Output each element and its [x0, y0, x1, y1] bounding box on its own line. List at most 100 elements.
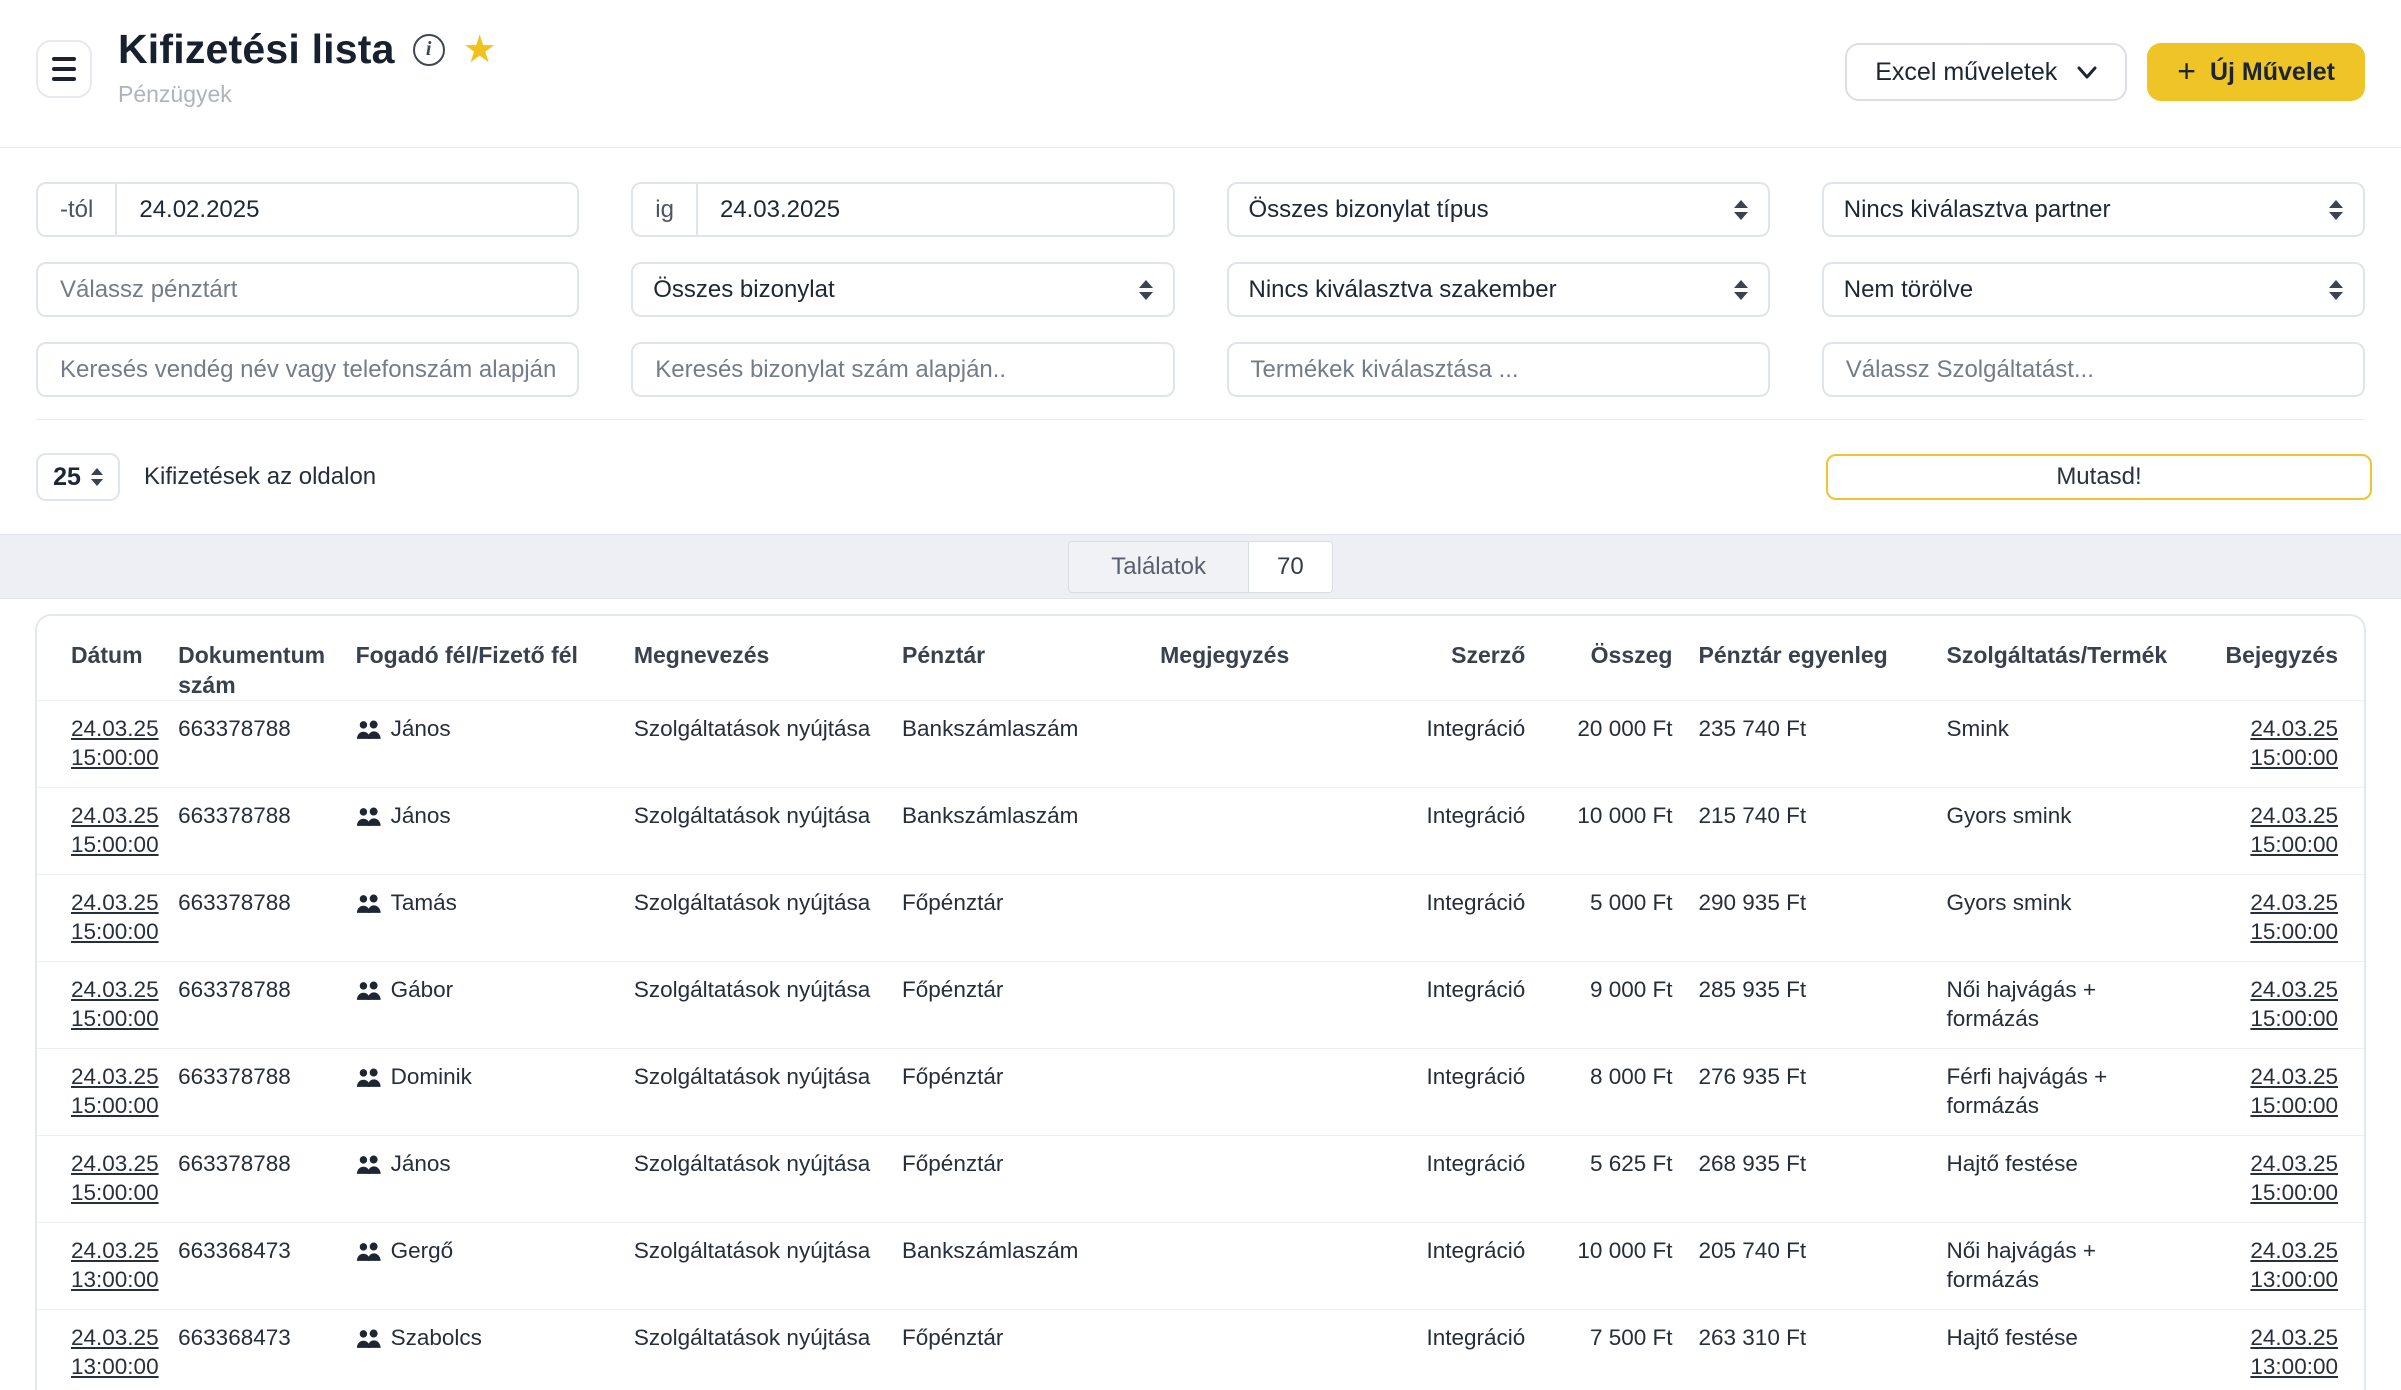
breadcrumb: Pénzügyek [118, 81, 497, 108]
row-entry-link[interactable]: 24.03.2513:00:00 [2201, 1323, 2338, 1381]
row-entry-link[interactable]: 24.03.2515:00:00 [2201, 888, 2338, 946]
cash-register-cell: Bankszámlaszám [902, 1223, 1160, 1310]
row-date-link[interactable]: 24.03.2515:00:00 [71, 714, 152, 772]
date-cell: 24.03.2515:00:00 [37, 875, 178, 962]
author-cell: Integráció [1400, 788, 1551, 875]
row-entry-link[interactable]: 24.03.2515:00:00 [2201, 975, 2338, 1033]
page-size-label: Kifizetések az oldalon [144, 463, 376, 491]
col-cash-register: Pénztár [902, 616, 1160, 701]
products-select-input[interactable] [1227, 342, 1770, 397]
payments-table: Dátum Dokumentum szám Fogadó fél/Fizető … [37, 616, 2364, 1390]
date-from-field[interactable]: -tól 24.02.2025 [36, 182, 579, 237]
note-cell [1160, 788, 1400, 875]
payments-table-card: Dátum Dokumentum szám Fogadó fél/Fizető … [35, 614, 2366, 1390]
balance-cell: 276 935 Ft [1699, 1049, 1947, 1136]
date-to-field[interactable]: ig 24.03.2025 [631, 182, 1174, 237]
row-date-link[interactable]: 24.03.2515:00:00 [71, 975, 152, 1033]
plus-icon: + [2177, 55, 2196, 87]
people-icon [356, 1329, 382, 1349]
cash-register-cell: Főpénztár [902, 1049, 1160, 1136]
entry-cell: 24.03.2515:00:00 [2201, 962, 2364, 1049]
balance-cell: 290 935 Ft [1699, 875, 1947, 962]
row-entry-link[interactable]: 24.03.2513:00:00 [2201, 1236, 2338, 1294]
row-entry-link[interactable]: 24.03.2515:00:00 [2201, 1149, 2338, 1207]
row-date-link[interactable]: 24.03.2515:00:00 [71, 888, 152, 946]
table-section: Dátum Dokumentum szám Fogadó fél/Fizető … [0, 599, 2401, 1390]
note-cell [1160, 962, 1400, 1049]
party-name: János [391, 801, 451, 830]
chevron-down-icon [2077, 66, 2097, 79]
row-date-link[interactable]: 24.03.2515:00:00 [71, 1149, 152, 1207]
specialist-select[interactable]: Nincs kiválasztva szakember [1227, 262, 1770, 317]
entry-cell: 24.03.2515:00:00 [2201, 701, 2364, 788]
favorite-star-icon[interactable]: ★ [463, 31, 497, 69]
col-date: Dátum [37, 616, 178, 701]
author-cell: Integráció [1400, 1049, 1551, 1136]
row-date-link[interactable]: 24.03.2515:00:00 [71, 1062, 152, 1120]
page-header: Kifizetési lista i ★ Pénzügyek Excel műv… [0, 0, 2401, 148]
table-row: 24.03.2515:00:00 663378788 Gábor Szolgál… [37, 962, 2364, 1049]
date-from-value[interactable]: 24.02.2025 [117, 196, 281, 224]
page-size-value: 25 [53, 463, 81, 492]
document-number-search-input[interactable] [631, 342, 1174, 397]
row-entry-link[interactable]: 24.03.2515:00:00 [2201, 1062, 2338, 1120]
guest-search-input[interactable] [36, 342, 579, 397]
document-type-select-value: Összes bizonylat típus [1249, 196, 1489, 224]
cash-register-cell: Bankszámlaszám [902, 701, 1160, 788]
party-cell: János [356, 701, 634, 788]
document-type-select[interactable]: Összes bizonylat típus [1227, 182, 1770, 237]
page-size-select[interactable]: 25 [36, 453, 120, 501]
cash-register-cell: Főpénztár [902, 875, 1160, 962]
table-header-row: Dátum Dokumentum szám Fogadó fél/Fizető … [37, 616, 2364, 701]
party-cell: Gábor [356, 962, 634, 1049]
col-author: Szerző [1400, 616, 1551, 701]
row-entry-link[interactable]: 24.03.2515:00:00 [2201, 714, 2338, 772]
table-row: 24.03.2513:00:00 663368473 Gergő Szolgál… [37, 1223, 2364, 1310]
people-icon [356, 894, 382, 914]
name-cell: Szolgáltatások nyújtása [634, 1049, 902, 1136]
row-date-link[interactable]: 24.03.2513:00:00 [71, 1236, 152, 1294]
cash-register-cell: Bankszámlaszám [902, 788, 1160, 875]
entry-cell: 24.03.2515:00:00 [2201, 875, 2364, 962]
excel-operations-button[interactable]: Excel műveletek [1845, 43, 2127, 101]
author-cell: Integráció [1400, 1223, 1551, 1310]
balance-cell: 263 310 Ft [1699, 1310, 1947, 1390]
row-date-link[interactable]: 24.03.2515:00:00 [71, 801, 152, 859]
entry-cell: 24.03.2515:00:00 [2201, 788, 2364, 875]
results-count-badge[interactable]: 70 [1249, 542, 1332, 592]
row-entry-link[interactable]: 24.03.2515:00:00 [2201, 801, 2338, 859]
document-select[interactable]: Összes bizonylat [631, 262, 1174, 317]
document-number-cell: 663378788 [178, 701, 355, 788]
new-action-button[interactable]: + Új Művelet [2147, 43, 2365, 101]
header-actions: Excel műveletek + Új Művelet [1845, 43, 2365, 101]
show-button[interactable]: Mutasd! [1826, 454, 2372, 500]
balance-cell: 285 935 Ft [1699, 962, 1947, 1049]
name-cell: Szolgáltatások nyújtása [634, 788, 902, 875]
date-cell: 24.03.2515:00:00 [37, 701, 178, 788]
hamburger-menu-button[interactable] [36, 40, 92, 98]
results-tab-label[interactable]: Találatok [1069, 542, 1249, 592]
cashier-input[interactable] [36, 262, 579, 317]
select-arrows-icon [1734, 200, 1748, 220]
cash-register-cell: Főpénztár [902, 1136, 1160, 1223]
col-note: Megjegyzés [1160, 616, 1400, 701]
party-name: Gergő [391, 1236, 454, 1265]
specialist-select-value: Nincs kiválasztva szakember [1249, 276, 1557, 304]
table-row: 24.03.2513:00:00 663368473 Szabolcs Szol… [37, 1310, 2364, 1390]
date-to-value[interactable]: 24.03.2025 [698, 196, 862, 224]
info-icon[interactable]: i [413, 34, 445, 66]
author-cell: Integráció [1400, 962, 1551, 1049]
col-name: Megnevezés [634, 616, 902, 701]
select-arrows-icon [91, 468, 103, 486]
party-cell: János [356, 788, 634, 875]
people-icon [356, 981, 382, 1001]
partner-select[interactable]: Nincs kiválasztva partner [1822, 182, 2365, 237]
date-cell: 24.03.2513:00:00 [37, 1223, 178, 1310]
row-date-link[interactable]: 24.03.2513:00:00 [71, 1323, 152, 1381]
date-from-prefix: -tól [38, 184, 117, 235]
entry-cell: 24.03.2513:00:00 [2201, 1223, 2364, 1310]
deleted-select[interactable]: Nem törölve [1822, 262, 2365, 317]
service-select-input[interactable] [1822, 342, 2365, 397]
name-cell: Szolgáltatások nyújtása [634, 875, 902, 962]
document-number-cell: 663378788 [178, 1136, 355, 1223]
